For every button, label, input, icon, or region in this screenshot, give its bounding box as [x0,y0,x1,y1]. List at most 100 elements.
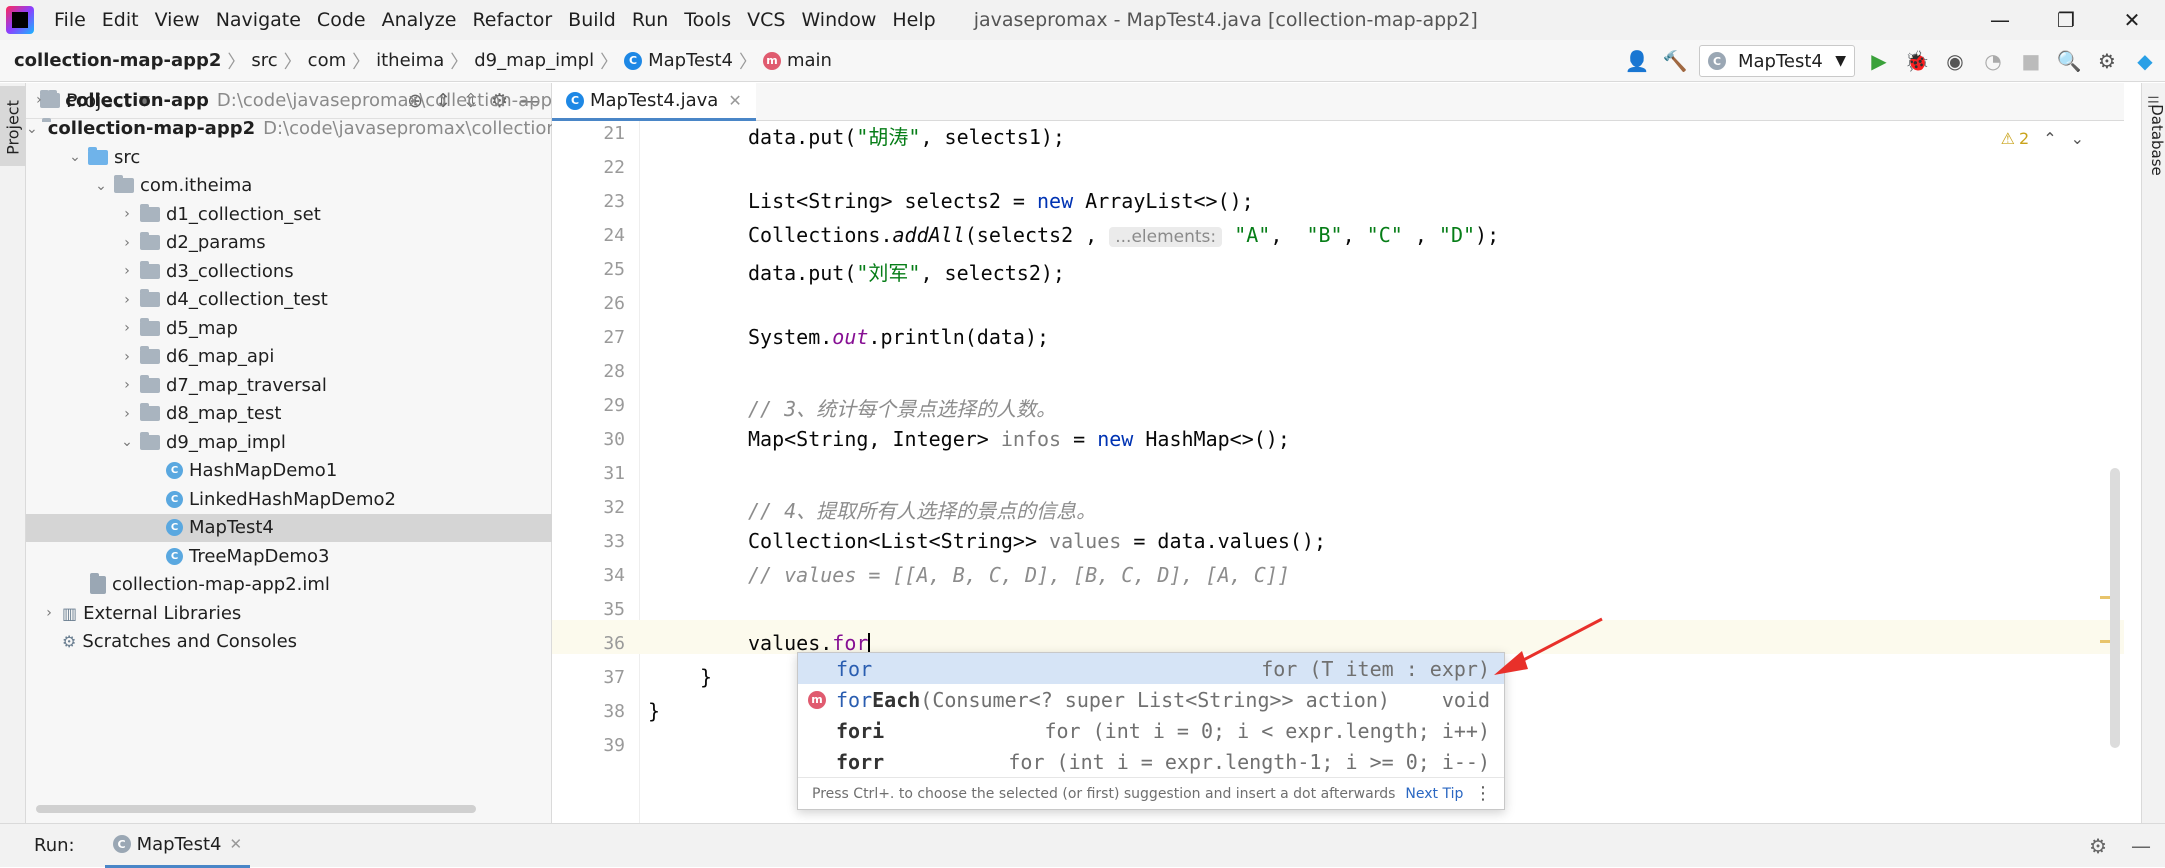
breadcrumb-itheima[interactable]: itheima [370,50,450,71]
breadcrumb-class[interactable]: C MapTest4 [618,50,739,71]
chevron-right-icon[interactable]: › [118,292,136,308]
code-line-38[interactable]: } [648,699,660,723]
tree-item-scratches[interactable]: ⚙ Scratches and Consoles [26,628,552,656]
code-line-25[interactable]: data.put("刘军", selects2); [748,257,1065,286]
tree-item-package[interactable]: › d8_map_test [26,400,552,428]
chevron-right-icon[interactable]: › [118,377,136,393]
menu-analyze[interactable]: Analyze [374,0,465,40]
breadcrumb-com[interactable]: com [302,50,352,71]
code-line-37[interactable]: } [700,665,712,689]
chevron-down-icon[interactable]: ⌄ [92,178,110,194]
code-line-34[interactable]: // values = [[A, B, C, D], [B, C, D], [A… [748,563,1290,587]
tree-item-package[interactable]: › d3_collections [26,257,552,285]
more-options-icon[interactable]: ⋮ [1474,783,1504,804]
code-line-29[interactable]: // 3、统计每个景点选择的人数。 [748,393,1056,422]
completion-item-fori[interactable]: for i for (int i = 0; i < expr.length; i+… [798,715,1504,746]
vertical-scrollbar[interactable] [2110,468,2120,748]
tree-item-com-itheima[interactable]: ⌄ com.itheima [26,172,552,200]
menu-navigate[interactable]: Navigate [208,0,309,40]
build-hammer-icon[interactable]: 🔨 [1661,47,1689,75]
profile-icon[interactable]: ◔ [1979,47,2007,75]
chevron-right-icon[interactable]: › [118,235,136,251]
restore-button[interactable]: ❐ [2033,0,2099,40]
chevron-right-icon[interactable]: › [34,92,44,108]
next-tip-link[interactable]: Next Tip [1405,786,1463,802]
close-window-button[interactable]: ✕ [2099,0,2165,40]
chevron-down-icon[interactable]: ⌄ [66,149,84,165]
chevron-right-icon[interactable]: › [118,406,136,422]
tree-item-class[interactable]: C HashMapDemo1 [26,457,552,485]
gear-icon[interactable]: ⚙ [2089,834,2107,858]
coverage-icon[interactable]: ◉ [1941,47,1969,75]
inspection-widget[interactable]: ⚠ 2 ⌃ ⌄ [2001,129,2084,148]
menu-view[interactable]: View [147,0,208,40]
breadcrumb-src[interactable]: src [245,50,283,71]
chevron-right-icon[interactable]: › [118,349,136,365]
editor-tab-maptest4[interactable]: C MapTest4.java ✕ [552,83,756,121]
tree-item-package[interactable]: › d6_map_api [26,343,552,371]
chevron-right-icon[interactable]: › [40,605,58,621]
code-line-23[interactable]: List<String> selects2 = new ArrayList<>(… [748,189,1254,213]
tree-item-iml[interactable]: collection-map-app2.iml [26,571,552,599]
tree-item-collection-map-app2[interactable]: ⌄ collection-map-app2 D:\code\javaseprom… [26,115,564,143]
close-icon[interactable]: ✕ [728,91,741,110]
toolbox-icon[interactable]: ◆ [2131,47,2159,75]
chevron-right-icon[interactable]: › [118,263,136,279]
chevron-down-icon[interactable]: ⌄ [118,434,136,450]
menu-window[interactable]: Window [793,0,884,40]
code-line-33[interactable]: Collection<List<String>> values = data.v… [748,529,1326,553]
menu-file[interactable]: File [46,0,94,40]
tree-item-package[interactable]: › d2_params [26,229,552,257]
menu-tools[interactable]: Tools [676,0,739,40]
database-tool-tab[interactable]: Database [2148,95,2165,185]
module-folder-icon [48,89,60,108]
run-configuration-select[interactable]: C MapTest4 ▼ [1699,45,1855,77]
search-icon[interactable]: 🔍 [2055,47,2083,75]
breadcrumb-project[interactable]: collection-map-app2 [8,50,227,71]
menu-vcs[interactable]: VCS [739,0,793,40]
horizontal-scrollbar[interactable] [36,805,476,813]
tree-item-package[interactable]: › d4_collection_test [26,286,552,314]
code-line-32[interactable]: // 4、提取所有人选择的景点的信息。 [748,495,1096,524]
completion-item-forr[interactable]: for r for (int i = expr.length-1; i >= 0;… [798,746,1504,777]
chevron-right-icon[interactable]: › [118,320,136,336]
tree-item-collection-app[interactable]: › collection-app D:\code\javasepromax\co… [26,86,552,114]
chevron-right-icon[interactable]: › [118,206,136,222]
menu-refactor[interactable]: Refactor [464,0,560,40]
tree-item-class[interactable]: C TreeMapDemo3 [26,542,552,570]
user-icon[interactable]: 👤 [1623,47,1651,75]
code-line-24[interactable]: Collections.addAll(selects2 , ...element… [748,223,1499,247]
run-icon[interactable]: ▶ [1865,47,1893,75]
menu-build[interactable]: Build [560,0,624,40]
run-tab-maptest4[interactable]: C MapTest4 ✕ [104,824,251,868]
debug-icon[interactable]: 🐞 [1903,47,1931,75]
chevron-down-icon[interactable]: ⌄ [2071,129,2084,148]
tree-item-class[interactable]: C LinkedHashMapDemo2 [26,485,552,513]
close-icon[interactable]: ✕ [229,835,242,853]
stop-icon[interactable]: ■ [2017,47,2045,75]
code-line-27[interactable]: System.out.println(data); [748,325,1049,349]
tree-item-external-libraries[interactable]: › ▥ External Libraries [26,599,552,627]
tree-item-package[interactable]: › d7_map_traversal [26,371,552,399]
tree-item-class-selected[interactable]: C MapTest4 [26,513,552,542]
tree-item-package[interactable]: › d1_collection_set [26,200,552,228]
code-line-30[interactable]: Map<String, Integer> infos = new HashMap… [748,427,1290,451]
menu-code[interactable]: Code [309,0,374,40]
breadcrumb-package[interactable]: d9_map_impl [468,50,600,71]
minimize-button[interactable]: — [1967,0,2033,40]
menu-help[interactable]: Help [884,0,943,40]
breadcrumb-method[interactable]: m main [757,50,838,71]
project-tool-tab[interactable]: Project [0,86,26,166]
code-line-21[interactable]: data.put("胡涛", selects1); [748,121,1065,150]
tree-item-package[interactable]: › d5_map [26,314,552,342]
tree-item-d9-map-impl[interactable]: ⌄ d9_map_impl [26,428,552,456]
menu-edit[interactable]: Edit [94,0,147,40]
completion-item-for[interactable]: for for (T item : expr) [798,653,1504,684]
tree-item-src[interactable]: ⌄ src [26,143,552,171]
gear-icon[interactable]: ⚙ [2093,47,2121,75]
chevron-up-icon[interactable]: ⌃ [2043,129,2056,148]
completion-item-foreach[interactable]: m for Each (Consumer<? super List<String>>… [798,684,1504,715]
chevron-down-icon[interactable]: ⌄ [26,121,38,137]
hide-icon[interactable]: — [2131,834,2151,858]
menu-run[interactable]: Run [624,0,676,40]
